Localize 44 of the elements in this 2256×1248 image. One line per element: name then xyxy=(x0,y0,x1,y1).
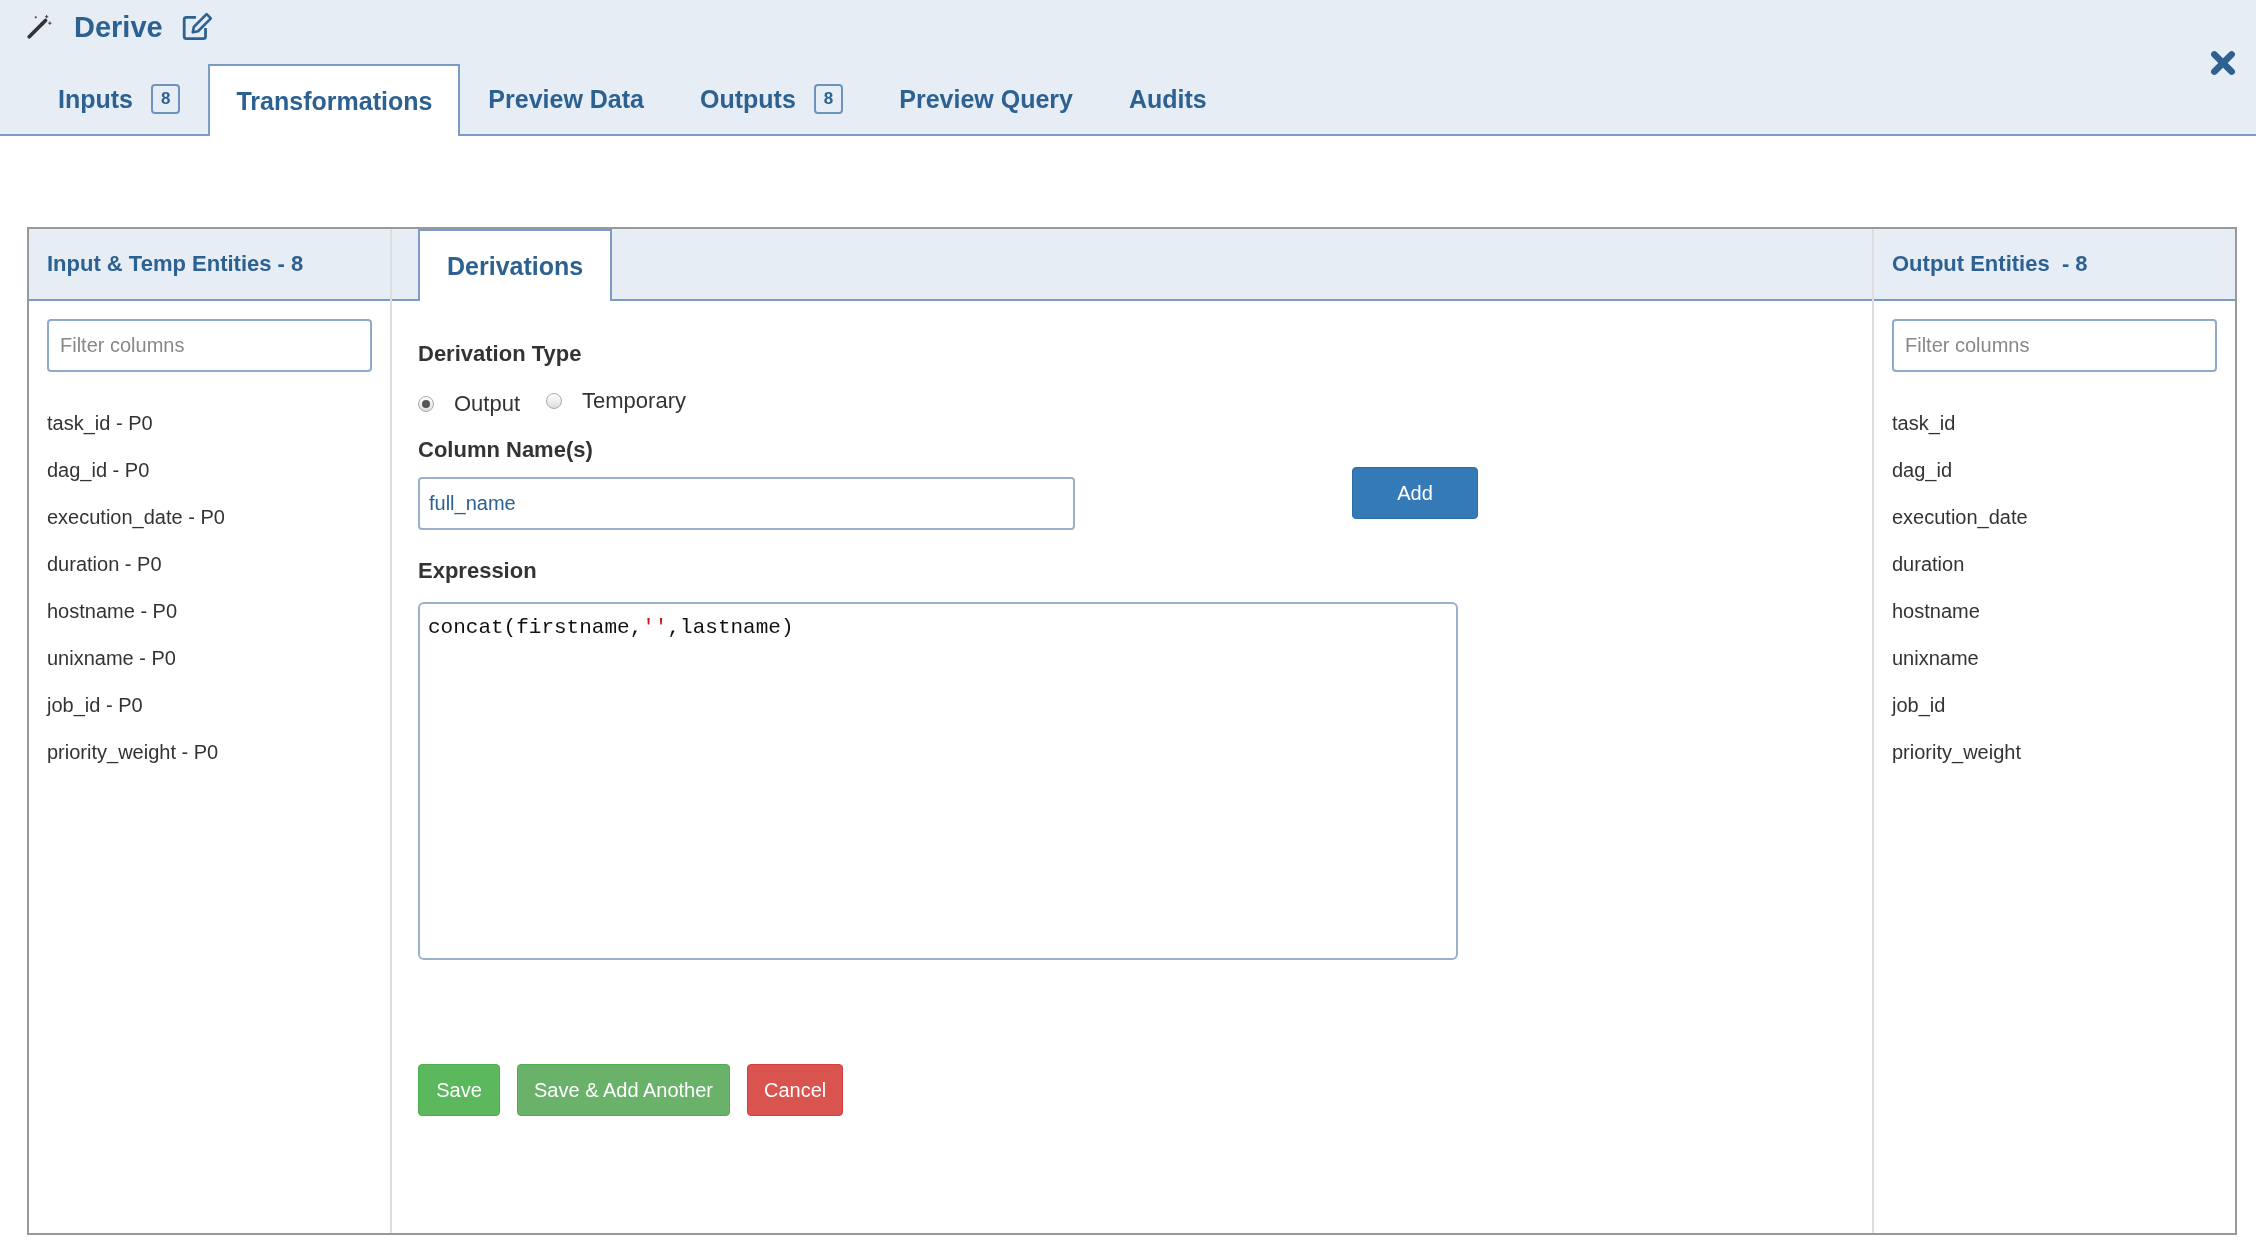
tab[interactable]: Preview Data xyxy=(460,64,672,134)
tab[interactable]: Derivations xyxy=(418,229,613,301)
magic-wand-icon xyxy=(26,14,52,40)
page-title: Derive xyxy=(74,10,163,44)
column-item[interactable]: duration - P0 xyxy=(47,541,372,588)
radio-label: Temporary xyxy=(582,388,686,414)
column-item[interactable]: dag_id - P0 xyxy=(47,447,372,494)
column-item[interactable]: hostname xyxy=(1892,588,2217,635)
field-label: Column Name(s) xyxy=(418,437,594,463)
panel-title: Output Entities - 8 xyxy=(1892,251,2088,277)
action-button[interactable]: Cancel xyxy=(747,1064,844,1116)
filter-field[interactable]: Filter columns xyxy=(1892,319,2217,372)
field-label: Derivation Type xyxy=(418,341,583,367)
column-name-field[interactable]: full_name xyxy=(418,477,1075,530)
radio-button[interactable] xyxy=(418,396,434,412)
count-badge: 8 xyxy=(151,84,181,114)
expression-field[interactable]: concat(firstname,'',lastname) xyxy=(418,602,1458,960)
tab[interactable]: Inputs 8 xyxy=(30,64,209,134)
radio-button[interactable] xyxy=(546,393,563,409)
column-item[interactable]: job_id xyxy=(1892,682,2217,729)
column-item[interactable]: unixname - P0 xyxy=(47,635,372,682)
column-item[interactable]: unixname xyxy=(1892,635,2217,682)
column-item[interactable]: hostname - P0 xyxy=(47,588,372,635)
edit-icon[interactable] xyxy=(180,12,213,42)
field-label: Expression xyxy=(418,558,538,584)
count-badge: 8 xyxy=(813,84,844,114)
column-item[interactable]: task_id - P0 xyxy=(47,400,372,447)
column-item[interactable]: duration xyxy=(1892,541,2217,588)
tab[interactable]: Transformations xyxy=(208,64,461,136)
column-item[interactable]: execution_date - P0 xyxy=(47,494,372,541)
column-item[interactable]: execution_date xyxy=(1892,494,2217,541)
column-item[interactable]: priority_weight - P0 xyxy=(47,729,372,776)
add-button[interactable]: Add xyxy=(1352,467,1478,519)
tab[interactable]: Preview Query xyxy=(871,64,1101,134)
column-item[interactable]: task_id xyxy=(1892,400,2217,447)
radio-label: Output xyxy=(454,391,521,417)
tab[interactable]: Audits xyxy=(1101,64,1235,134)
panel-title: Input & Temp Entities - 8 xyxy=(47,251,304,277)
tab[interactable]: Outputs 8 xyxy=(672,64,872,134)
column-item[interactable]: dag_id xyxy=(1892,447,2217,494)
column-item[interactable]: priority_weight xyxy=(1892,729,2217,776)
close-icon[interactable] xyxy=(2210,50,2236,76)
column-item[interactable]: job_id - P0 xyxy=(47,682,372,729)
filter-field[interactable]: Filter columns xyxy=(47,319,372,372)
